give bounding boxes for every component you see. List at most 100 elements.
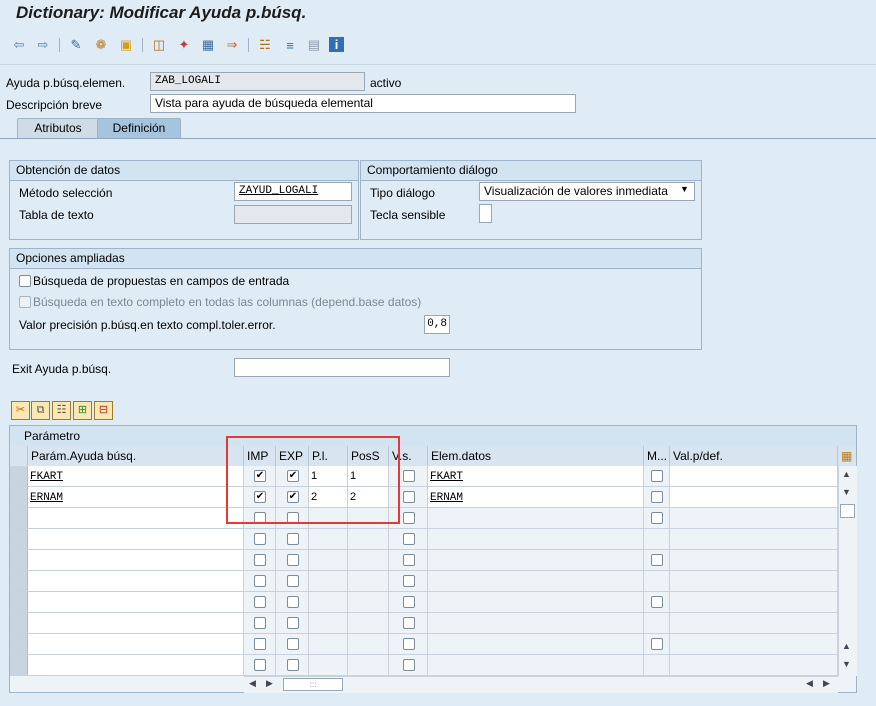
navigate-icon[interactable]: ⇒ [223,36,241,54]
cell-param[interactable]: FKART [28,466,244,486]
tab-definicion[interactable]: Definición [97,118,181,138]
cell-def[interactable] [670,550,838,570]
copy-icon[interactable]: ⧉ [31,401,50,420]
checkbox-vs[interactable] [403,512,415,524]
cell-m[interactable] [644,613,670,633]
cell-elem[interactable] [428,550,644,570]
proposal-search-checkbox[interactable] [19,275,31,287]
cell-pl[interactable] [309,592,348,612]
cell-imp[interactable] [244,634,276,654]
cell-m[interactable] [644,634,670,654]
precision-field[interactable]: 0,8 [424,315,450,334]
checkbox-m[interactable] [651,470,663,482]
page-down-icon[interactable]: ▼ [842,487,851,497]
cell-m[interactable] [644,592,670,612]
insert-row-icon[interactable]: ⊞ [73,401,92,420]
checkbox-m[interactable] [651,512,663,524]
cell-param[interactable] [28,592,244,612]
cell-vs[interactable] [389,655,428,675]
where-used-icon[interactable]: ◫ [150,36,168,54]
cell-elem[interactable] [428,592,644,612]
cell-param[interactable] [28,613,244,633]
scroll-down-icon[interactable]: ▼ [842,659,851,669]
checkbox-imp[interactable] [254,659,266,671]
cell-exp[interactable] [276,571,309,591]
cell-exp[interactable] [276,613,309,633]
scroll-left-page-icon[interactable]: ◀ [806,678,813,689]
cell-def[interactable] [670,634,838,654]
cell-elem[interactable]: FKART [428,466,644,486]
checkbox-imp[interactable] [254,575,266,587]
checkbox-imp[interactable] [254,533,266,545]
checkbox-vs[interactable] [403,659,415,671]
cell-elem[interactable] [428,529,644,549]
delete-row-icon[interactable]: ⊟ [94,401,113,420]
cell-param[interactable]: ERNAM [28,487,244,507]
info-icon[interactable]: i [329,37,344,52]
cell-pl[interactable] [309,550,348,570]
tab-atributos[interactable]: Atributos [17,118,99,138]
cell-def[interactable] [670,529,838,549]
cell-param[interactable] [28,508,244,528]
cell-def[interactable] [670,487,838,507]
scroll-right-page-icon[interactable]: ▶ [266,678,273,689]
checkbox-vs[interactable] [403,470,415,482]
cell-exp[interactable] [276,634,309,654]
checkbox-imp[interactable] [254,554,266,566]
cell-m[interactable] [644,529,670,549]
cell-pl[interactable] [309,529,348,549]
cell-imp[interactable] [244,550,276,570]
checkbox-exp[interactable] [287,617,299,629]
exit-field[interactable] [234,358,450,377]
scroll-up-icon[interactable]: ▲ [842,469,851,479]
paste-icon[interactable]: ☷ [52,401,71,420]
cell-poss[interactable] [348,655,389,675]
checkbox-exp[interactable] [287,533,299,545]
col-header-param[interactable]: Parám.Ayuda búsq. [28,446,244,466]
cell-imp[interactable] [244,592,276,612]
cell-pl[interactable] [309,613,348,633]
row-selector[interactable] [10,592,28,612]
magic-wand-icon[interactable]: ✦ [175,36,193,54]
vertical-scroll-thumb[interactable] [840,504,855,518]
chevron-down-icon[interactable]: ▼ [680,184,689,194]
cell-def[interactable] [670,571,838,591]
cell-exp[interactable] [276,592,309,612]
scroll-right-icon[interactable]: ▶ [823,678,830,689]
cell-pl[interactable] [309,571,348,591]
cell-poss[interactable] [348,634,389,654]
cut-icon[interactable]: ✂ [11,401,30,420]
cell-vs[interactable] [389,592,428,612]
layout-icon[interactable]: ▤ [305,36,323,54]
col-header-elem[interactable]: Elem.datos [428,446,644,466]
checkbox-imp[interactable] [254,596,266,608]
cell-poss[interactable] [348,529,389,549]
checkbox-exp[interactable] [287,638,299,650]
cell-poss[interactable] [348,550,389,570]
cell-m[interactable] [644,466,670,486]
row-selector[interactable] [10,655,28,675]
technical-settings-icon[interactable]: ≡ [281,36,299,54]
cell-elem[interactable]: ERNAM [428,487,644,507]
checkbox-m[interactable] [651,491,663,503]
cell-imp[interactable] [244,613,276,633]
cell-m[interactable] [644,655,670,675]
cell-exp[interactable] [276,655,309,675]
cell-m[interactable] [644,508,670,528]
cell-poss[interactable] [348,571,389,591]
cell-imp[interactable] [244,655,276,675]
row-selector[interactable] [10,634,28,654]
row-selector[interactable] [10,466,28,486]
checkbox-vs[interactable] [403,596,415,608]
cell-m[interactable] [644,550,670,570]
method-field[interactable]: ZAYUD_LOGALI [234,182,352,201]
hotkey-field[interactable] [479,204,492,223]
cell-param[interactable] [28,655,244,675]
cell-poss[interactable] [348,592,389,612]
col-header-default[interactable]: Val.p/def. [670,446,838,466]
cell-def[interactable] [670,466,838,486]
object-list-icon[interactable]: ☵ [256,36,274,54]
row-selector[interactable] [10,613,28,633]
cell-vs[interactable] [389,571,428,591]
row-selector[interactable] [10,571,28,591]
